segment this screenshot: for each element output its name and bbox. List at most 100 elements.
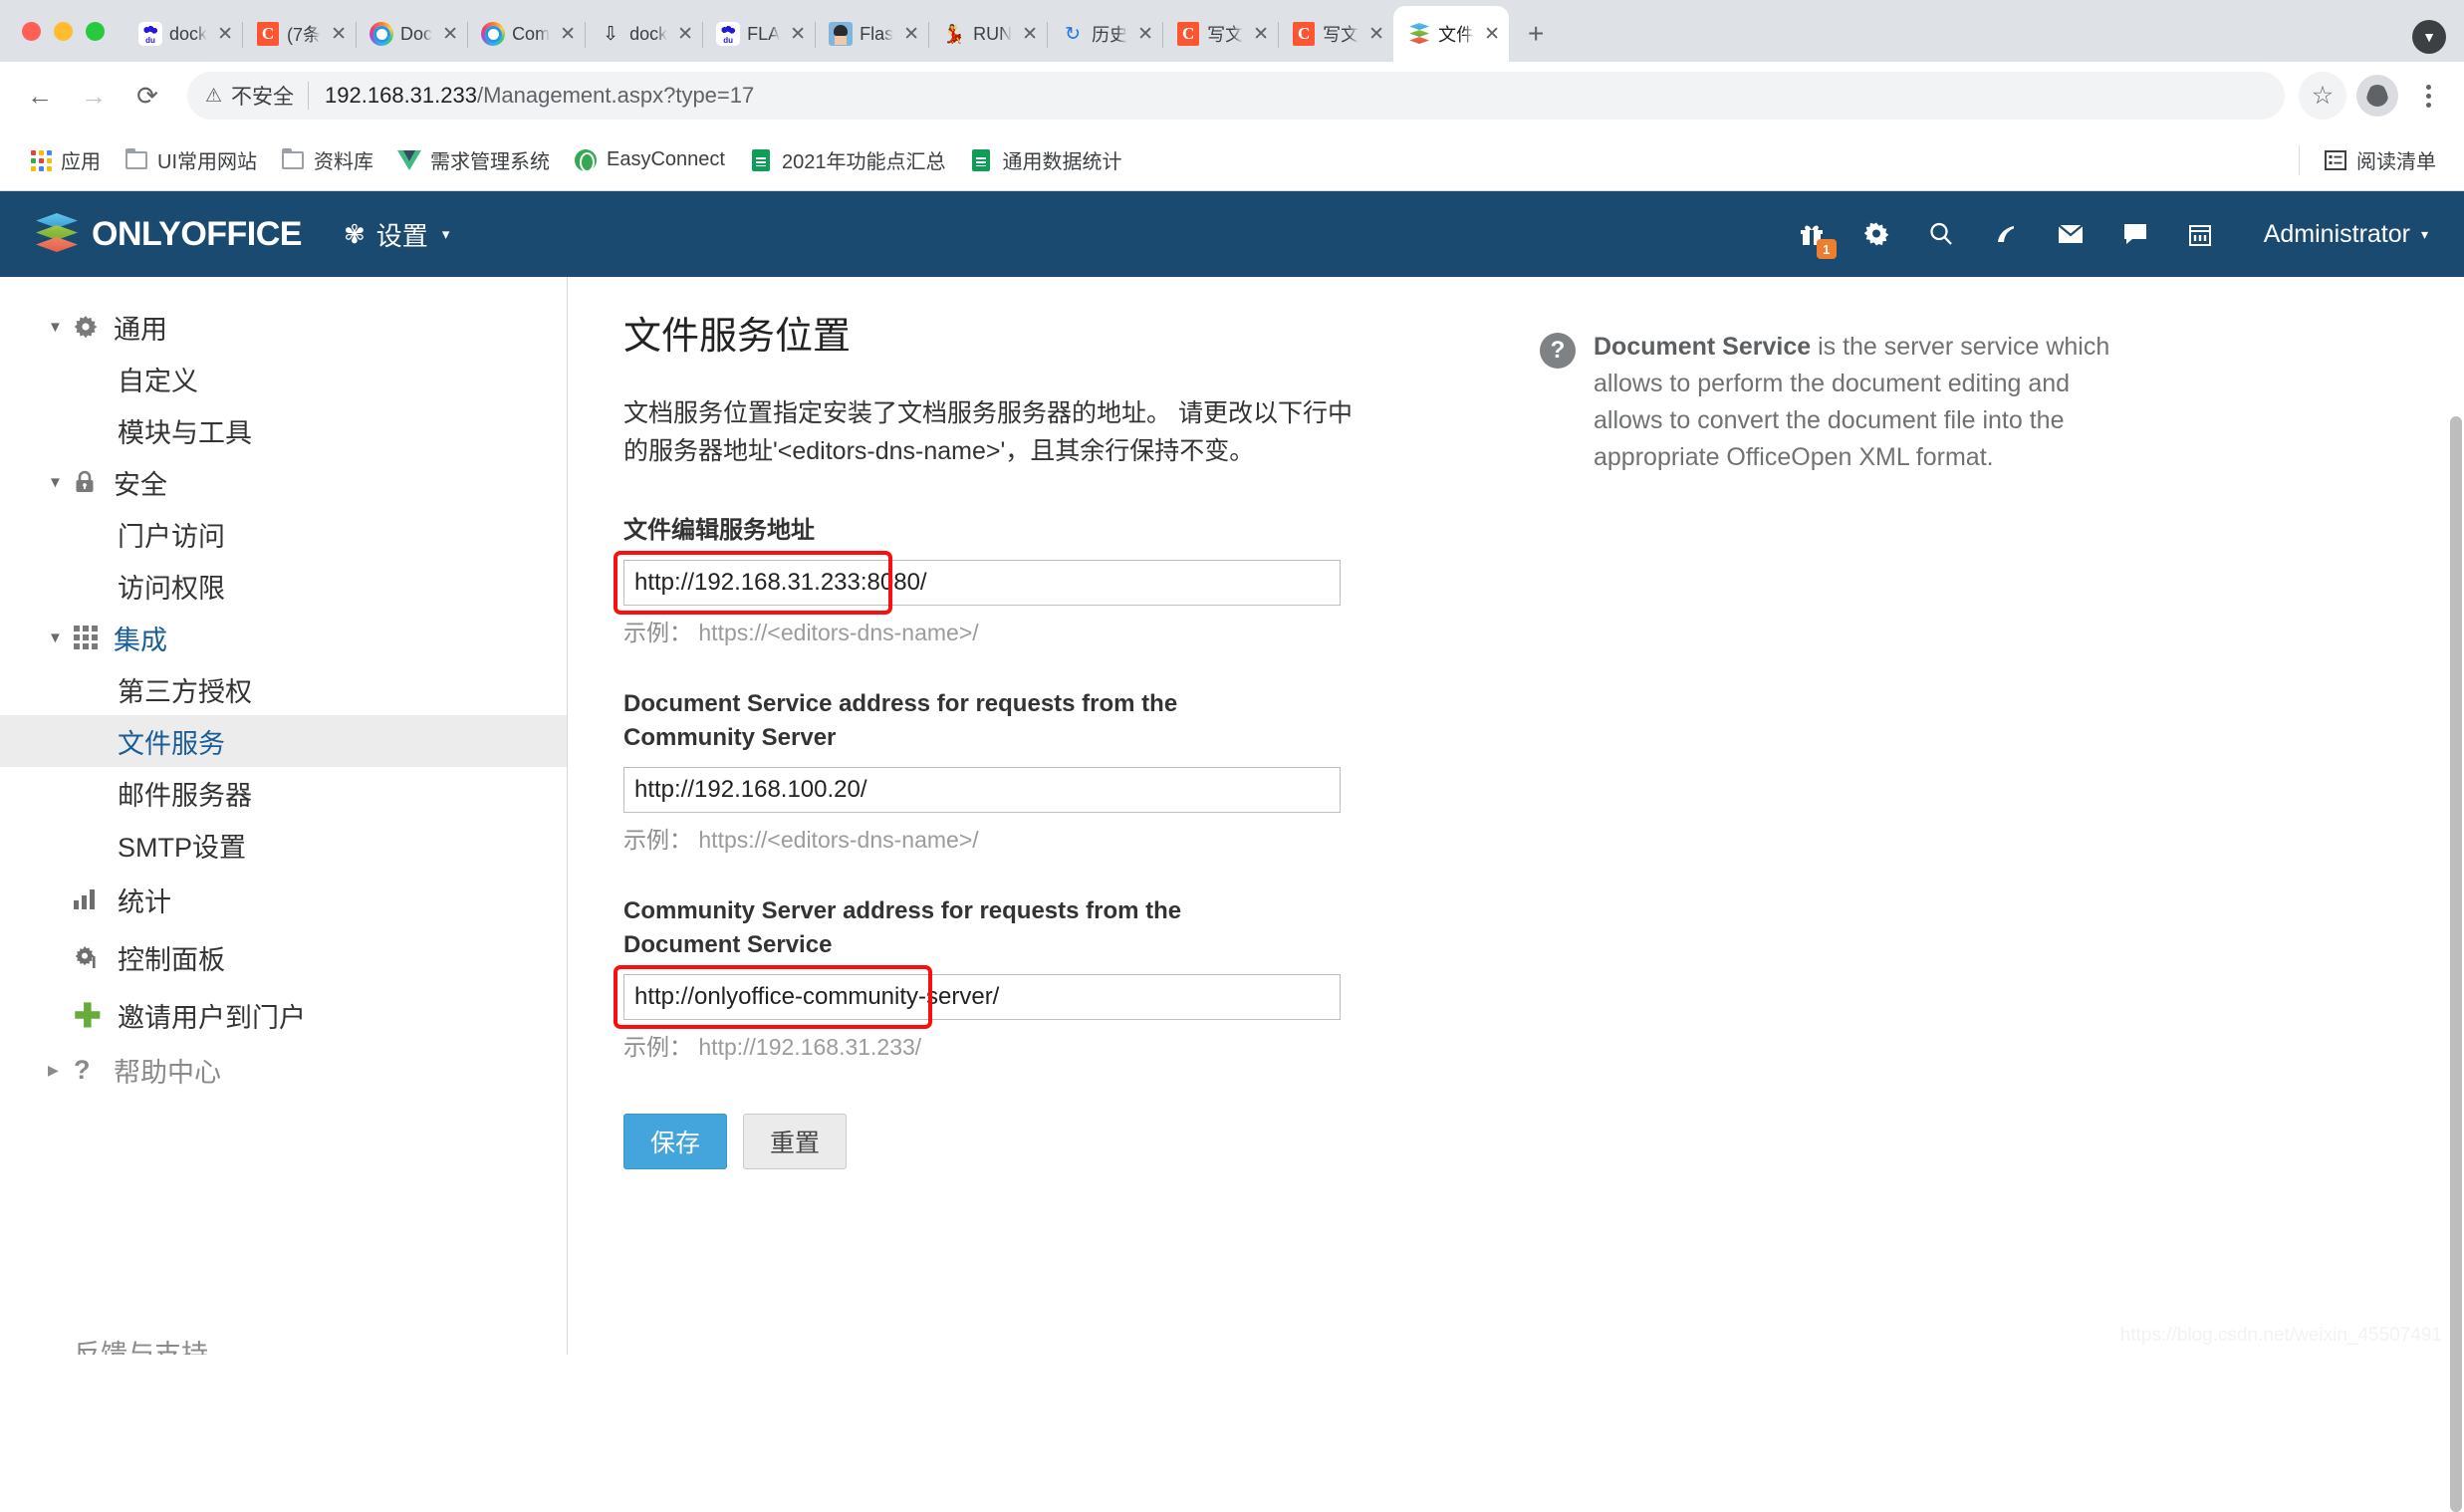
user-menu-button[interactable]: Administrator ▾ — [2264, 220, 2428, 249]
bookmark-item[interactable]: 应用 — [16, 138, 113, 182]
browser-tab[interactable]: C 写文 ✕ — [1278, 6, 1393, 62]
browser-toolbar: ← → ⟳ ⚠ 不安全 192.168.31.233/Management.as… — [0, 62, 2464, 129]
feed-icon[interactable] — [1990, 218, 2022, 250]
mail-icon[interactable] — [2055, 218, 2087, 250]
reload-button[interactable]: ⟳ — [123, 72, 171, 120]
save-button[interactable]: 保存 — [623, 1114, 728, 1170]
sidebar-item[interactable]: 门户访问 — [0, 508, 567, 560]
onlyoffice-icon — [1407, 22, 1431, 46]
sidebar-group-1[interactable]: ▼ 安全 — [0, 456, 567, 508]
sidebar-group-icon: ? — [74, 1055, 114, 1086]
sidebar-item[interactable]: 第三方授权 — [0, 663, 567, 715]
browser-tab[interactable]: Com ✕ — [467, 6, 585, 62]
chevron-down-icon: ▾ — [441, 226, 450, 243]
profile-avatar-icon[interactable] — [2356, 75, 2398, 117]
search-icon[interactable] — [1925, 218, 1957, 250]
bookmark-icon — [397, 148, 421, 172]
chevron-right-icon[interactable]: ▶ — [48, 1062, 74, 1079]
sidebar-item[interactable]: 自定义 — [0, 353, 567, 404]
tab-favicon: C — [1292, 22, 1316, 46]
bookmark-star-icon[interactable]: ☆ — [2299, 72, 2346, 120]
sidebar-item[interactable]: 模块与工具 — [0, 404, 567, 456]
tab-close-icon[interactable]: ✕ — [1365, 23, 1387, 45]
onlyoffice-logo[interactable]: ONLYOFFICE — [36, 213, 303, 255]
help-block: ? Document Service is the server service… — [1540, 329, 2127, 476]
bookmark-item[interactable]: EasyConnect — [562, 138, 737, 182]
bookmark-item[interactable]: 需求管理系统 — [385, 138, 562, 182]
tab-close-icon[interactable]: ✕ — [674, 23, 696, 45]
settings-menu-button[interactable]: ✾ 设置 ▾ — [344, 216, 449, 253]
back-button[interactable]: ← — [16, 72, 64, 120]
tab-close-icon[interactable]: ✕ — [439, 23, 461, 45]
grid-icon — [74, 626, 98, 649]
bookmark-item[interactable]: UI常用网站 — [113, 138, 269, 182]
globe-icon — [575, 148, 597, 172]
sidebar-nav: ▼ 通用 自定义 模块与工具 ▼ 安全 门户访问 访问权限 ▼ 集成 第三方授权 文件服务 邮件服务器 S… — [0, 301, 567, 1096]
sidebar-leaf-2[interactable]: ✚ 邀请用户到门户 — [0, 986, 567, 1044]
sidebar-item[interactable]: SMTP设置 — [0, 819, 567, 871]
tab-close-icon[interactable]: ✕ — [1134, 23, 1156, 45]
sidebar-group-collapsed[interactable]: ▶? 帮助中心 — [0, 1044, 567, 1096]
tab-close-icon[interactable]: ✕ — [1019, 23, 1041, 45]
tab-close-icon[interactable]: ✕ — [900, 23, 922, 45]
browser-tab[interactable]: FLA ✕ — [702, 6, 815, 62]
browser-tab-active[interactable]: 文件 ✕ — [1393, 6, 1510, 62]
sidebar-group-2[interactable]: ▼ 集成 — [0, 612, 567, 663]
browser-tab[interactable]: C (7条 ✕ — [242, 6, 356, 62]
tab-close-icon[interactable]: ✕ — [557, 23, 579, 45]
sidebar-leaf-1[interactable]: 控制面板 — [0, 928, 567, 986]
chat-icon[interactable] — [2119, 218, 2151, 250]
gear-icon[interactable] — [1860, 218, 1892, 250]
tab-close-icon[interactable]: ✕ — [1250, 23, 1272, 45]
forward-button[interactable]: → — [70, 72, 118, 120]
browser-tab[interactable]: 💃 RUN ✕ — [928, 6, 1047, 62]
field-label: Community Server address for requests fr… — [623, 897, 1182, 959]
service-address-input[interactable] — [623, 767, 1341, 814]
maximize-window-button[interactable] — [86, 21, 105, 41]
calendar-icon[interactable] — [2184, 218, 2216, 250]
close-window-button[interactable] — [22, 21, 41, 41]
folder-icon — [125, 147, 147, 169]
chevron-down-icon[interactable]: ▼ — [48, 630, 74, 646]
tab-close-icon[interactable]: ✕ — [214, 23, 236, 45]
browser-tab[interactable]: Flas ✕ — [815, 6, 928, 62]
csdn-icon: C — [1293, 22, 1316, 46]
sidebar-item-feedback[interactable]: 反馈与支持 — [0, 1333, 567, 1355]
browser-tab[interactable]: ⇩ dock ✕ — [585, 6, 702, 62]
vue-icon — [397, 149, 421, 170]
address-bar[interactable]: ⚠ 不安全 192.168.31.233/Management.aspx?typ… — [187, 72, 2285, 120]
sidebar-item-selected[interactable]: 文件服务 — [0, 715, 567, 767]
service-address-input[interactable] — [623, 560, 1341, 607]
tab-title: (7条 — [287, 25, 322, 45]
reading-list-button[interactable]: 阅读清单 — [2312, 138, 2448, 182]
gift-icon[interactable]: 1 — [1796, 218, 1837, 259]
browser-tab[interactable]: C 写文 ✕ — [1162, 6, 1278, 62]
bookmark-label: 2021年功能点汇总 — [781, 151, 946, 173]
bookmark-item[interactable]: 通用数据统计 — [957, 138, 1133, 182]
chrome-menu-icon[interactable] — [2408, 72, 2448, 120]
tab-close-icon[interactable]: ✕ — [787, 23, 809, 45]
bookmark-item[interactable]: 2021年功能点汇总 — [737, 138, 958, 182]
chevron-down-icon[interactable]: ▼ — [48, 474, 74, 491]
tab-close-icon[interactable]: ✕ — [1481, 23, 1503, 45]
browser-tab[interactable]: dock ✕ — [124, 6, 242, 62]
bookmark-item[interactable]: 资料库 — [269, 138, 385, 182]
sidebar-item[interactable]: 访问权限 — [0, 560, 567, 612]
minimize-window-button[interactable] — [54, 21, 73, 41]
sidebar-group-0[interactable]: ▼ 通用 — [0, 301, 567, 353]
window-controls[interactable] — [14, 0, 124, 62]
service-address-input[interactable] — [623, 974, 1341, 1021]
csdn-icon: C — [1177, 22, 1200, 46]
sidebar-leaf-0[interactable]: 统计 — [0, 871, 567, 928]
plus-icon: ✚ — [74, 996, 102, 1034]
chevron-down-icon[interactable]: ▼ — [48, 319, 74, 336]
browser-tab[interactable]: ↻ 历史 ✕ — [1047, 6, 1162, 62]
tab-title: 写文 — [1323, 25, 1359, 45]
tab-list-caret-icon[interactable]: ▼ — [2412, 20, 2446, 54]
browser-tab[interactable]: Doc ✕ — [356, 6, 467, 62]
reset-button[interactable]: 重置 — [743, 1114, 848, 1170]
tab-close-icon[interactable]: ✕ — [328, 23, 350, 45]
sidebar-item[interactable]: 邮件服务器 — [0, 767, 567, 819]
page-scrollbar[interactable] — [2450, 416, 2462, 1512]
new-tab-button[interactable]: + — [1515, 13, 1557, 55]
